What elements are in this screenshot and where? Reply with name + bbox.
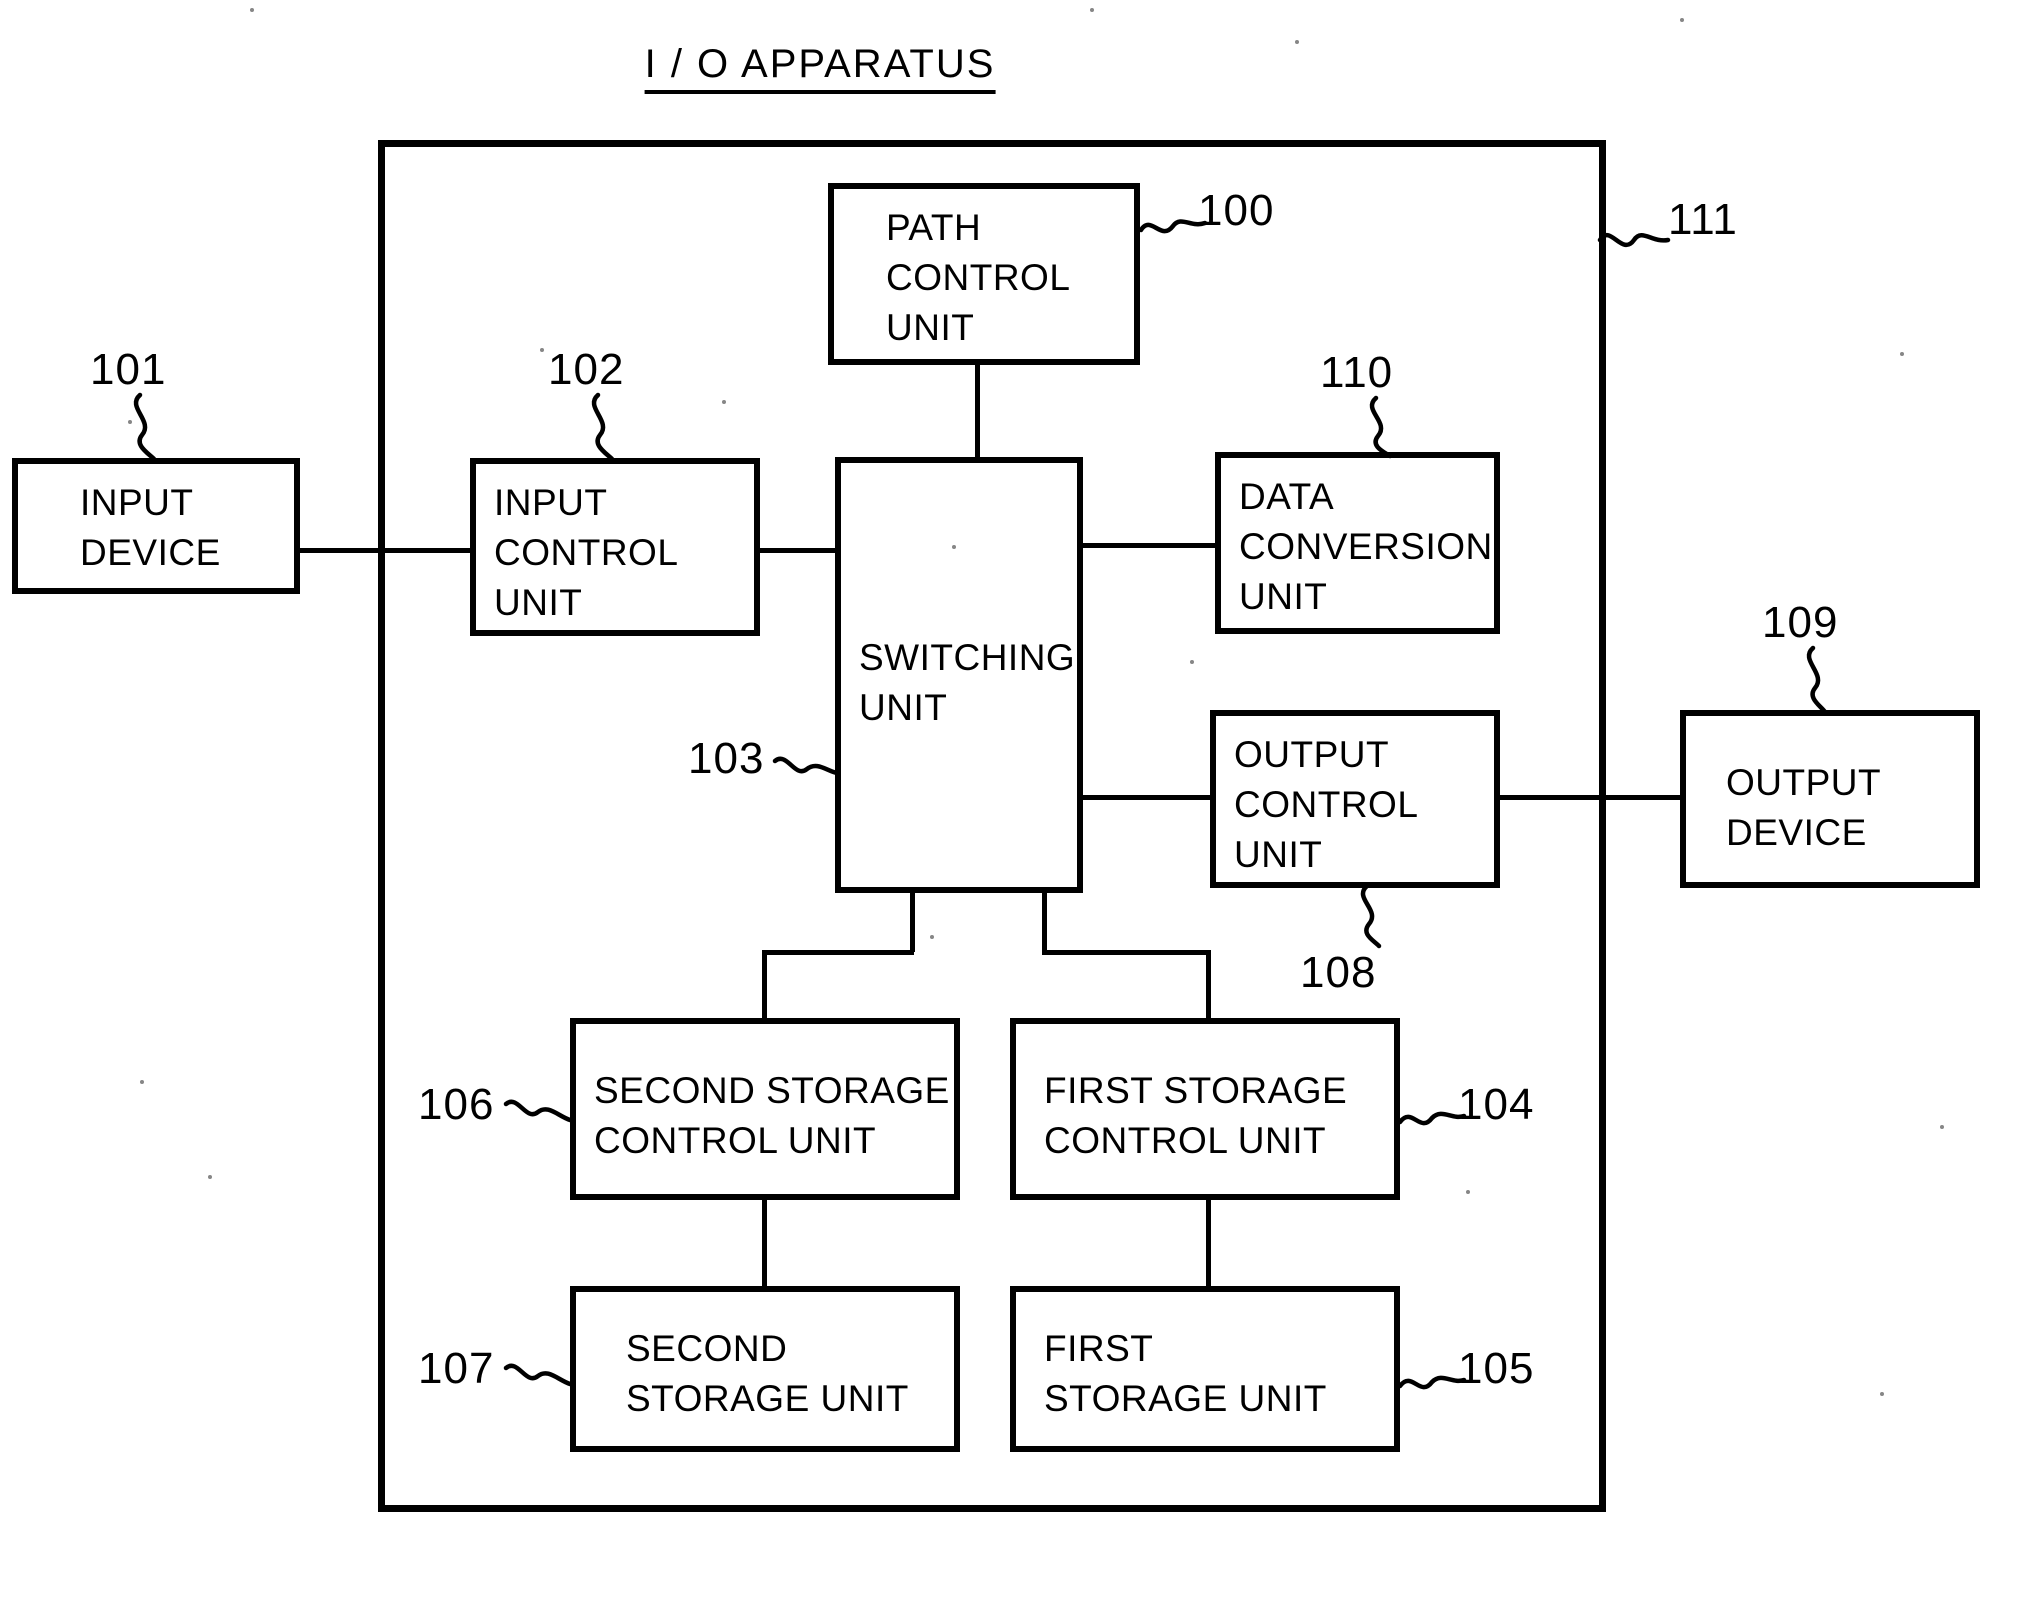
output-device-box: OUTPUT DEVICE bbox=[1680, 710, 1980, 888]
leader-squiggle-106 bbox=[503, 1099, 573, 1123]
first-storage-unit-label: FIRST STORAGE UNIT bbox=[1044, 1328, 1327, 1419]
input-control-unit-label: INPUT CONTROL UNIT bbox=[494, 482, 679, 623]
reference-100: 100 bbox=[1198, 186, 1275, 235]
output-device-label: OUTPUT DEVICE bbox=[1726, 762, 1882, 853]
leader-squiggle-102 bbox=[591, 392, 615, 462]
link-switching-to-data-conversion bbox=[1081, 543, 1219, 548]
data-conversion-unit-box: DATA CONVERSION UNIT bbox=[1215, 452, 1500, 634]
link-switching-to-output-control bbox=[1081, 795, 1214, 800]
reference-102: 102 bbox=[548, 345, 625, 394]
leader-squiggle-101 bbox=[133, 392, 157, 462]
scan-speck bbox=[930, 935, 934, 939]
scan-speck bbox=[1295, 40, 1299, 44]
second-storage-control-unit-label: SECOND STORAGE CONTROL UNIT bbox=[594, 1070, 950, 1161]
second-storage-unit-label: SECOND STORAGE UNIT bbox=[626, 1328, 909, 1419]
leader-squiggle-108 bbox=[1360, 883, 1382, 949]
branch-left-horizontal bbox=[762, 950, 914, 955]
input-control-unit-box: INPUT CONTROL UNIT bbox=[470, 458, 760, 636]
link-switching-to-second-storage-control bbox=[762, 950, 767, 1020]
branch-right-horizontal bbox=[1042, 950, 1210, 955]
output-control-unit-label: OUTPUT CONTROL UNIT bbox=[1234, 734, 1419, 875]
link-second-control-to-second-storage bbox=[762, 1198, 767, 1286]
path-control-unit-label: PATH CONTROL UNIT bbox=[886, 207, 1071, 348]
reference-104: 104 bbox=[1458, 1080, 1535, 1129]
second-storage-unit-box: SECOND STORAGE UNIT bbox=[570, 1286, 960, 1452]
scan-speck bbox=[140, 1080, 144, 1084]
link-first-control-to-first-storage bbox=[1206, 1198, 1211, 1286]
first-storage-unit-box: FIRST STORAGE UNIT bbox=[1010, 1286, 1400, 1452]
reference-107: 107 bbox=[418, 1344, 495, 1393]
path-control-unit-box: PATH CONTROL UNIT bbox=[828, 183, 1140, 365]
branch-left-stub bbox=[910, 890, 915, 952]
data-conversion-unit-label: DATA CONVERSION UNIT bbox=[1239, 476, 1493, 617]
scan-speck bbox=[722, 400, 726, 404]
scan-speck bbox=[1090, 8, 1094, 12]
leader-squiggle-111 bbox=[1597, 232, 1671, 248]
scan-speck bbox=[1880, 1392, 1884, 1396]
scan-speck bbox=[1900, 352, 1904, 356]
scan-speck bbox=[952, 545, 956, 549]
reference-101: 101 bbox=[90, 345, 167, 394]
link-input-device-to-input-control bbox=[298, 548, 474, 553]
scan-speck bbox=[540, 348, 544, 352]
leader-squiggle-110 bbox=[1369, 395, 1393, 459]
reference-110: 110 bbox=[1320, 348, 1394, 397]
scan-speck bbox=[1190, 660, 1194, 664]
figure-title-text: I / O APPARATUS bbox=[644, 42, 996, 94]
link-switching-to-first-storage-control bbox=[1206, 950, 1211, 1020]
first-storage-control-unit-label: FIRST STORAGE CONTROL UNIT bbox=[1044, 1070, 1348, 1161]
reference-105: 105 bbox=[1458, 1344, 1535, 1393]
scan-speck bbox=[1680, 18, 1684, 22]
leader-squiggle-104 bbox=[1397, 1111, 1467, 1126]
output-control-unit-box: OUTPUT CONTROL UNIT bbox=[1210, 710, 1500, 888]
scan-speck bbox=[128, 420, 132, 424]
branch-right-stub bbox=[1042, 890, 1047, 952]
second-storage-control-unit-box: SECOND STORAGE CONTROL UNIT bbox=[570, 1018, 960, 1200]
leader-squiggle-103 bbox=[772, 756, 840, 776]
reference-108: 108 bbox=[1300, 948, 1377, 997]
input-device-label: INPUT DEVICE bbox=[80, 482, 221, 573]
reference-109: 109 bbox=[1762, 598, 1839, 647]
leader-squiggle-105 bbox=[1397, 1375, 1467, 1390]
link-path-control-to-switching bbox=[975, 363, 980, 457]
link-output-control-to-output-device bbox=[1498, 795, 1684, 800]
reference-111: 111 bbox=[1668, 195, 1738, 244]
scan-speck bbox=[1466, 1190, 1470, 1194]
scan-speck bbox=[208, 1175, 212, 1179]
switching-unit-box: SWITCHING UNIT bbox=[835, 457, 1083, 893]
input-device-box: INPUT DEVICE bbox=[12, 458, 300, 594]
scan-speck bbox=[1940, 1125, 1944, 1129]
first-storage-control-unit-box: FIRST STORAGE CONTROL UNIT bbox=[1010, 1018, 1400, 1200]
reference-103: 103 bbox=[688, 734, 765, 783]
reference-106: 106 bbox=[418, 1080, 495, 1129]
leader-squiggle-107 bbox=[503, 1363, 573, 1387]
figure-title: I / O APPARATUS bbox=[644, 42, 996, 94]
scan-speck bbox=[250, 8, 254, 12]
leader-squiggle-109 bbox=[1806, 645, 1828, 715]
patent-figure-canvas: I / O APPARATUS 111 PATH CONTROL UNIT 10… bbox=[0, 0, 2039, 1616]
link-input-control-to-switching bbox=[758, 548, 838, 553]
switching-unit-label: SWITCHING UNIT bbox=[859, 637, 1076, 728]
